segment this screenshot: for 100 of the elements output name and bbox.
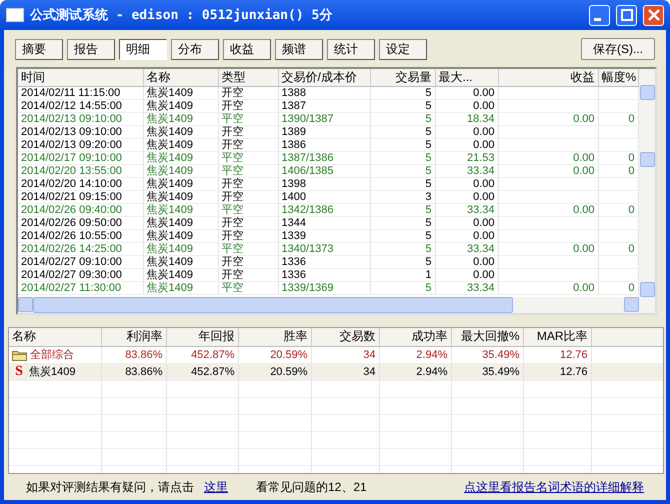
table-cell: 0.00 (498, 152, 598, 164)
column-header[interactable]: 最大... (435, 69, 498, 86)
table-cell: 焦炭1409 (143, 178, 218, 190)
column-header[interactable]: 交易量 (370, 69, 435, 86)
column-header[interactable]: 名称 (143, 69, 218, 86)
table-cell: 83.86% (101, 346, 166, 363)
minimize-button[interactable] (589, 4, 610, 26)
table-cell: 2014/02/27 09:30:00 (18, 268, 143, 282)
table-cell: 2.94% (379, 346, 451, 363)
column-header[interactable]: MAR比率 (523, 328, 591, 346)
table-cell: 20.59% (238, 346, 311, 363)
column-header[interactable]: 交易价/成本价 (278, 69, 370, 86)
table-cell: 18.34 (435, 112, 498, 126)
column-header[interactable]: 最大回撤% (451, 328, 523, 346)
table-cell: 0.00 (435, 100, 498, 112)
table-cell: 2014/02/26 10:55:00 (18, 230, 143, 242)
table-cell: 1336 (278, 268, 370, 282)
table-cell: 5 (370, 204, 435, 216)
tab[interactable]: 设定 (379, 38, 427, 60)
app-icon (6, 8, 24, 22)
table-cell: 1 (370, 268, 435, 282)
table-cell: 焦炭1409 (143, 164, 218, 178)
table-cell: 0.00 (498, 112, 598, 126)
maximize-button[interactable] (616, 4, 637, 26)
table-cell: 34 (311, 346, 379, 363)
table-cell: 平空 (218, 242, 278, 256)
table-cell: 开空 (218, 268, 278, 282)
column-header[interactable]: 胜率 (238, 328, 311, 346)
table-cell: 0.00 (435, 86, 498, 100)
scroll-left-button[interactable] (18, 297, 33, 312)
close-button[interactable] (643, 4, 664, 26)
table-cell: 2014/02/26 09:40:00 (18, 204, 143, 216)
table-cell: 0.00 (435, 256, 498, 268)
table-cell: 0 (598, 112, 638, 126)
table-cell: 2014/02/21 09:15:00 (18, 190, 143, 204)
table-cell: 2014/02/27 11:30:00 (18, 282, 143, 294)
scrollbar-thumb[interactable] (640, 152, 654, 167)
tab[interactable]: 频谱 (275, 38, 323, 60)
marker-icon: S (12, 366, 26, 378)
table-cell: 34 (311, 363, 379, 380)
table-cell: 5 (370, 138, 435, 152)
table-cell: 焦炭1409 (143, 282, 218, 294)
tab[interactable]: 明细 (119, 38, 167, 60)
table-cell: 2014/02/13 09:10:00 (18, 112, 143, 126)
table-cell: 5 (370, 164, 435, 178)
tab[interactable]: 报告 (67, 38, 115, 60)
tab[interactable]: 摘要 (15, 38, 63, 60)
table-cell: 35.49% (451, 363, 523, 380)
column-header[interactable]: 幅度% (598, 69, 638, 86)
table-cell: 开空 (218, 216, 278, 230)
column-header[interactable]: 类型 (218, 69, 278, 86)
table-cell: 开空 (218, 126, 278, 138)
table-cell: 2.94% (379, 363, 451, 380)
help-link[interactable]: 这里 (204, 478, 228, 496)
tab[interactable]: 分布 (171, 38, 219, 60)
column-header[interactable]: 利润率 (101, 328, 166, 346)
table-cell: 焦炭1409 (143, 100, 218, 112)
table-cell: 2014/02/12 14:55:00 (18, 100, 143, 112)
tab[interactable]: 收益 (223, 38, 271, 60)
table-cell: 2014/02/13 09:20:00 (18, 138, 143, 152)
table-cell: 开空 (218, 86, 278, 100)
table-cell: 开空 (218, 190, 278, 204)
scrollbar-thumb[interactable] (33, 297, 513, 313)
table-cell: 35.49% (451, 346, 523, 363)
table-cell: 21.53 (435, 152, 498, 164)
table-cell: 0 (598, 164, 638, 178)
table-cell: 452.87% (166, 363, 238, 380)
table-cell: 0 (598, 242, 638, 256)
table-cell: 平空 (218, 152, 278, 164)
column-header[interactable]: 收益 (498, 69, 598, 86)
column-header[interactable]: 交易数 (311, 328, 379, 346)
table-cell: 1400 (278, 190, 370, 204)
scroll-right-button[interactable] (624, 297, 639, 312)
table-cell: 1336 (278, 256, 370, 268)
table-cell: 焦炭1409 (143, 230, 218, 242)
table-cell: 1388 (278, 86, 370, 100)
table-cell: 2014/02/11 11:15:00 (18, 86, 143, 100)
table-cell: 0.00 (498, 204, 598, 216)
minimize-icon (594, 18, 601, 20)
table-cell: 5 (370, 100, 435, 112)
column-header[interactable]: 名称 (9, 328, 101, 346)
scroll-down-button[interactable] (640, 282, 654, 297)
table-cell: 平空 (218, 164, 278, 178)
glossary-link[interactable]: 点这里看报告名词术语的详细解释 (464, 478, 644, 496)
column-header[interactable]: 年回报 (166, 328, 238, 346)
table-cell: 2014/02/17 09:10:00 (18, 152, 143, 164)
scroll-up-button[interactable] (640, 85, 654, 100)
column-header[interactable]: 成功率 (379, 328, 451, 346)
table-cell: 452.87% (166, 346, 238, 363)
table-cell: 2014/02/27 09:10:00 (18, 256, 143, 268)
table-cell: 焦炭1409 (143, 112, 218, 126)
table-cell: 5 (370, 112, 435, 126)
column-header[interactable]: 时间 (18, 69, 143, 86)
save-button[interactable]: 保存(S)... (581, 38, 655, 60)
table-cell: 0.00 (435, 190, 498, 204)
tab[interactable]: 统计 (327, 38, 375, 60)
table-cell: 开空 (218, 100, 278, 112)
table-cell: 0.00 (498, 282, 598, 294)
table-cell: 焦炭1409 (143, 256, 218, 268)
table-cell: 5 (370, 256, 435, 268)
